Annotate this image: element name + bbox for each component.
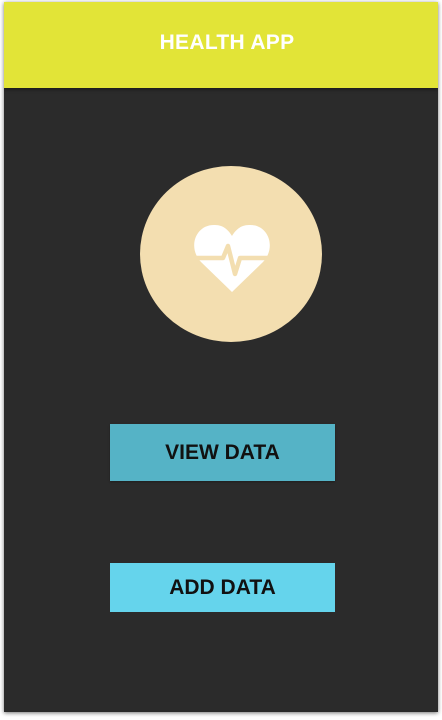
heart-pulse-icon — [193, 224, 271, 292]
add-data-button[interactable]: ADD DATA — [110, 563, 335, 612]
view-data-button[interactable]: VIEW DATA — [110, 424, 335, 481]
app-screen: HEALTH APP VIEW DATA ADD DATA — [4, 2, 438, 712]
app-title: HEALTH APP — [159, 31, 295, 54]
app-logo — [140, 166, 322, 342]
app-header: HEALTH APP — [4, 2, 438, 88]
